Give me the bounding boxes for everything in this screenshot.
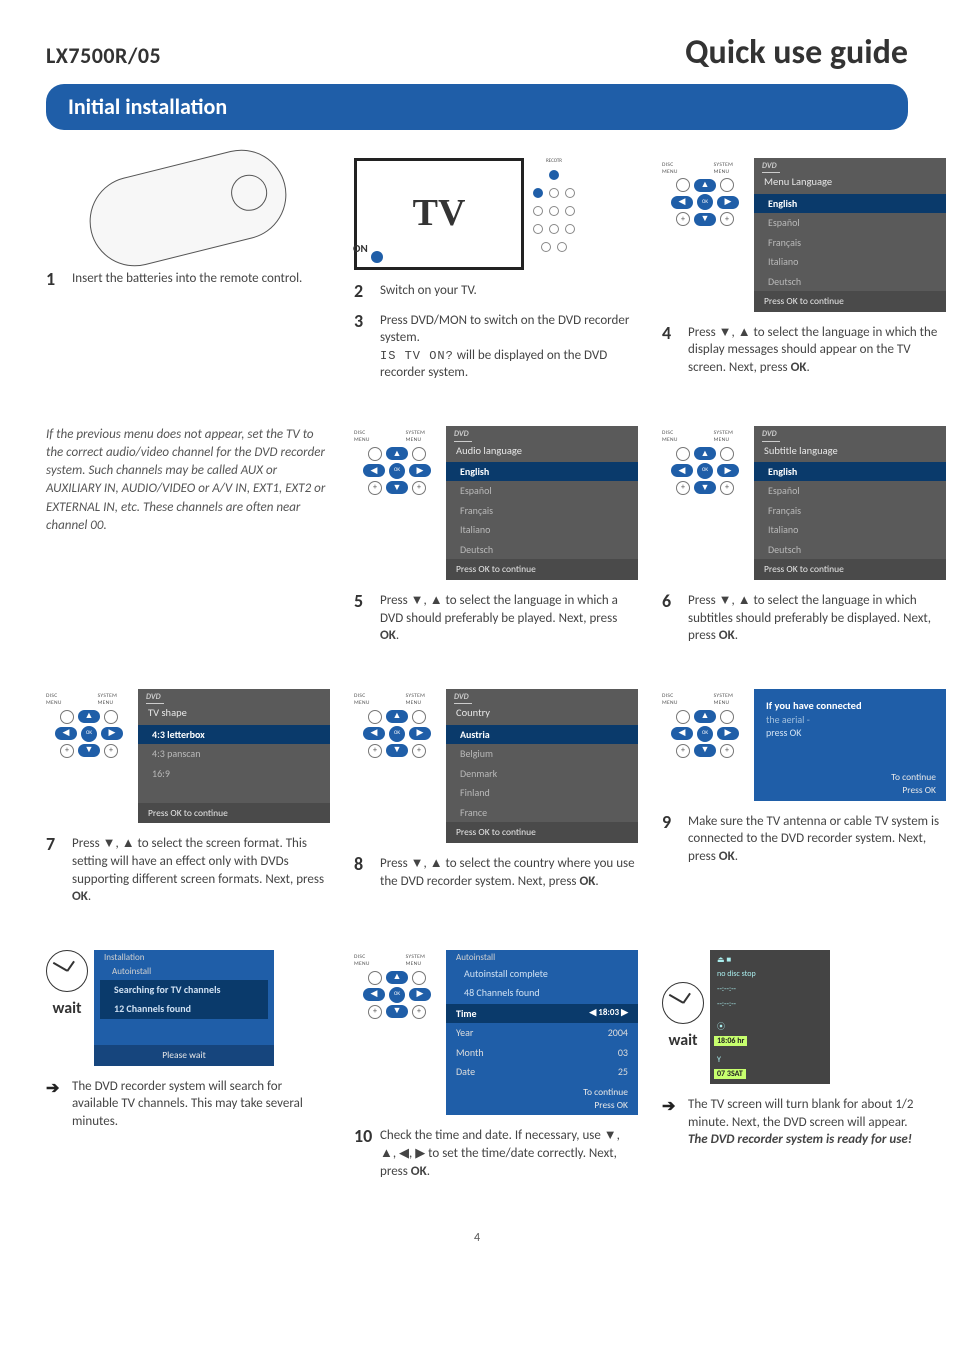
section-title: Initial installation bbox=[46, 84, 908, 130]
step-3-text: Press DVD/MON to switch on the DVD recor… bbox=[380, 312, 638, 382]
remote-dpad: DISC MENUSYSTEM MENU OK ++ bbox=[354, 950, 440, 1023]
device-front-display: ⏏ ■ no disc stop --:--:-- --:--:-- ⦿ 18:… bbox=[710, 950, 830, 1084]
step-4-text: Press ▼, ▲ to select the language in whi… bbox=[688, 324, 946, 377]
page-number: 4 bbox=[46, 1230, 908, 1246]
tv-on-label: ON bbox=[353, 242, 368, 257]
channel-note: If the previous menu does not appear, se… bbox=[46, 426, 330, 535]
step-number-1: 1 bbox=[46, 270, 64, 288]
remote-illustration bbox=[46, 158, 330, 258]
step-number-7: 7 bbox=[46, 835, 64, 905]
osd-country: DVD Country Austria Belgium Denmark Finl… bbox=[446, 689, 638, 843]
step-number-6: 6 bbox=[662, 592, 680, 645]
remote-dpad: DISC MENUSYSTEM MENU OK ++ bbox=[354, 689, 440, 762]
osd-audio-language: DVD Audio language English Español Franç… bbox=[446, 426, 638, 580]
step-2-text: Switch on your TV. bbox=[380, 282, 477, 300]
step-number-5: 5 bbox=[354, 592, 372, 645]
model-number: LX7500R/05 bbox=[46, 41, 161, 71]
osd-autoinstall-complete: Autoinstall Autoinstall complete 48 Chan… bbox=[446, 950, 638, 1116]
step-1-text: Insert the batteries into the remote con… bbox=[72, 270, 302, 288]
step-10-text: Check the time and date. If necessary, u… bbox=[380, 1127, 638, 1180]
step-5-text: Press ▼, ▲ to select the language in whi… bbox=[380, 592, 638, 645]
remote-dpad: DISC MENUSYSTEM MENU OK ++ bbox=[46, 689, 132, 762]
tv-big-label: TV bbox=[413, 188, 466, 239]
osd-subtitle-language: DVD Subtitle language English Español Fr… bbox=[754, 426, 946, 580]
arrow-icon: ➔ bbox=[662, 1096, 680, 1149]
step-9-text: Make sure the TV antenna or cable TV sys… bbox=[688, 813, 946, 866]
remote-dpad: DISC MENUSYSTEM MENU OK ++ bbox=[662, 158, 748, 231]
step-number-4: 4 bbox=[662, 324, 680, 377]
step-number-10: 10 bbox=[354, 1127, 372, 1180]
remote-top-buttons: RECOTR bbox=[530, 158, 578, 255]
final-text: The TV screen will turn blank for about … bbox=[688, 1096, 946, 1149]
osd-menu-language: DVD Menu Language English Español França… bbox=[754, 158, 946, 312]
osd-aerial-prompt: If you have connected the aerial - press… bbox=[754, 689, 946, 801]
arrow-icon: ➔ bbox=[46, 1078, 64, 1131]
osd-tv-shape: DVD TV shape 4:3 letterbox 4:3 panscan 1… bbox=[138, 689, 330, 824]
step-number-8: 8 bbox=[354, 855, 372, 890]
guide-title: Quick use guide bbox=[685, 30, 908, 76]
wait-icon: wait bbox=[46, 950, 88, 1020]
remote-dpad: DISC MENUSYSTEM MENU OK ++ bbox=[662, 426, 748, 499]
osd-autoinstall-searching: Installation Autoinstall Searching for T… bbox=[94, 950, 274, 1066]
remote-dpad: DISC MENUSYSTEM MENU OK ++ bbox=[662, 689, 748, 762]
step-number-9: 9 bbox=[662, 813, 680, 866]
search-text: The DVD recorder system will search for … bbox=[72, 1078, 330, 1131]
step-8-text: Press ▼, ▲ to select the country where y… bbox=[380, 855, 638, 890]
remote-dpad: DISC MENUSYSTEM MENU OK ++ bbox=[354, 426, 440, 499]
step-6-text: Press ▼, ▲ to select the language in whi… bbox=[688, 592, 946, 645]
tv-illustration: ON TV bbox=[354, 158, 524, 270]
step-number-3: 3 bbox=[354, 312, 372, 382]
wait-icon: wait bbox=[662, 982, 704, 1052]
step-number-2: 2 bbox=[354, 282, 372, 300]
step-7-text: Press ▼, ▲ to select the screen format. … bbox=[72, 835, 330, 905]
